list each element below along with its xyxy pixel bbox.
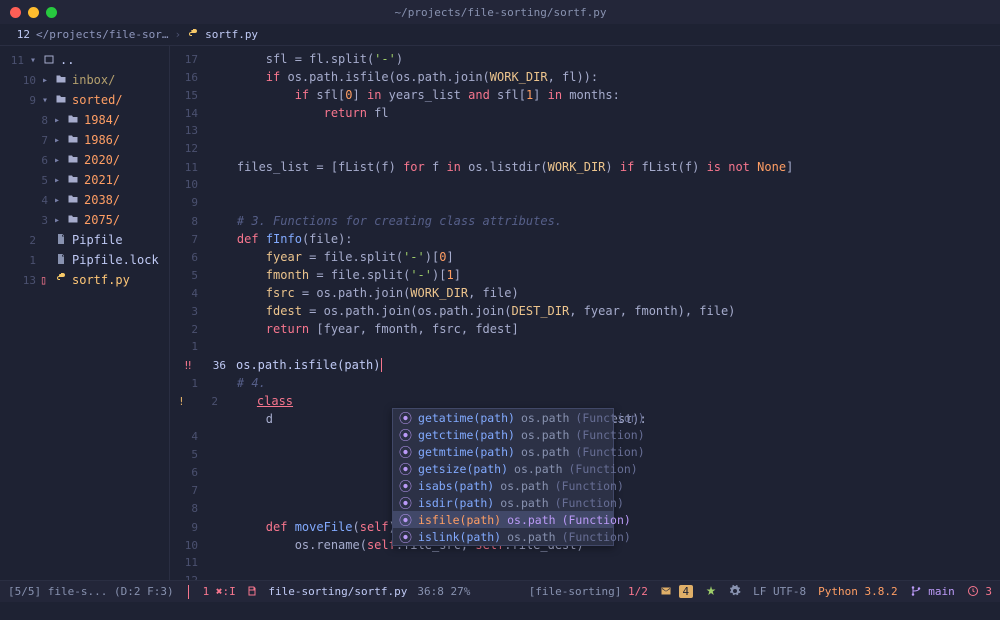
editor-window: ~/projects/file-sorting/sortf.py 12 </pr… — [0, 0, 1000, 620]
folder-icon — [66, 213, 80, 228]
tree-item-label: sorted/ — [72, 93, 123, 107]
tree-item[interactable]: 9▾sorted/ — [0, 90, 169, 110]
folder-icon — [54, 93, 68, 108]
chevron-icon[interactable]: ▾ — [28, 55, 38, 66]
language-mode[interactable]: Python 3.8.2 — [818, 585, 897, 598]
window-title: ~/projects/file-sorting/sortf.py — [65, 6, 936, 19]
mail-icon — [660, 585, 672, 598]
tree-item[interactable]: 6▸2020/ — [0, 150, 169, 170]
completion-item[interactable]: ⦿getatime(path)os.path (Function) — [393, 409, 613, 426]
chevron-icon[interactable]: ▸ — [52, 195, 62, 206]
completion-item[interactable]: ⦿getmtime(path)os.path (Function) — [393, 443, 613, 460]
current-line[interactable]: ‼ 36os.path.isfile(path) — [170, 356, 1000, 374]
window-controls — [10, 7, 57, 18]
breadcrumb-row: 12 — [8, 28, 30, 41]
save-icon — [246, 585, 265, 598]
titlebar: ~/projects/file-sorting/sortf.py — [0, 0, 1000, 24]
error-count[interactable]: 1 ✖:I — [203, 585, 236, 598]
code-editor[interactable]: 17 sfl = fl.split('-') 16 if os.path.isf… — [170, 46, 1000, 580]
tree-item[interactable]: 10▸inbox/ — [0, 70, 169, 90]
completion-item[interactable]: ⦿getsize(path)os.path (Function) — [393, 460, 613, 477]
tree-item[interactable]: 11▾.. — [0, 50, 169, 70]
git-branch[interactable]: main — [910, 585, 955, 598]
modeline-left-hint: [5/5] file-s... (D:2 F:3) — [8, 585, 174, 598]
modified-marker: ▯ — [40, 273, 50, 287]
breadcrumb-path[interactable]: </projects/file-sor… — [36, 28, 168, 41]
chevron-icon[interactable]: ▸ — [52, 175, 62, 186]
open-box-icon — [42, 53, 56, 68]
chevron-right-icon: › — [174, 28, 181, 41]
folder-icon — [66, 193, 80, 208]
branch-icon — [910, 585, 922, 598]
folder-icon — [54, 73, 68, 88]
file-tree[interactable]: 11▾..10▸inbox/9▾sorted/8▸1984/7▸1986/6▸2… — [0, 46, 170, 580]
tree-item-label: Pipfile.lock — [72, 253, 159, 267]
tree-item[interactable]: 5▸2021/ — [0, 170, 169, 190]
tree-item-label: Pipfile — [72, 233, 123, 247]
tree-item[interactable]: 7▸1986/ — [0, 130, 169, 150]
clock-icon — [967, 585, 979, 598]
completion-item[interactable]: ⦿isfile(path)os.path (Function) — [393, 511, 613, 528]
python-icon — [187, 28, 199, 41]
completion-item[interactable]: ⦿isabs(path)os.path (Function) — [393, 477, 613, 494]
folder-icon — [66, 113, 80, 128]
modeline: [5/5] file-s... (D:2 F:3) 1 ✖:I file-sor… — [0, 580, 1000, 602]
file-icon — [54, 233, 68, 248]
tree-item[interactable]: 3▸2075/ — [0, 210, 169, 230]
chevron-icon[interactable]: ▸ — [52, 215, 62, 226]
tree-item-label: 1984/ — [84, 113, 120, 127]
chevron-icon[interactable]: ▸ — [52, 115, 62, 126]
main-area: 11▾..10▸inbox/9▾sorted/8▸1984/7▸1986/6▸2… — [0, 46, 1000, 580]
tree-item[interactable]: 13▯sortf.py — [0, 270, 169, 290]
chevron-icon[interactable]: ▸ — [52, 135, 62, 146]
tree-item-label: inbox/ — [72, 73, 115, 87]
location-icon[interactable] — [705, 585, 717, 598]
minimize-icon[interactable] — [28, 7, 39, 18]
chevron-icon[interactable]: ▸ — [40, 75, 50, 86]
completion-item[interactable]: ⦿getctime(path)os.path (Function) — [393, 426, 613, 443]
mail-indicator[interactable]: 4 — [660, 585, 693, 598]
tree-item-label: .. — [60, 53, 74, 67]
modeline-file[interactable]: file-sorting/sortf.py — [246, 585, 408, 598]
tree-item[interactable]: 2Pipfile — [0, 230, 169, 250]
minibuffer[interactable] — [0, 602, 1000, 620]
gear-icon[interactable] — [729, 585, 741, 598]
tree-item-label: 2075/ — [84, 213, 120, 227]
tree-item-label: 2021/ — [84, 173, 120, 187]
folder-icon — [66, 133, 80, 148]
tree-item-label: 2020/ — [84, 153, 120, 167]
function-icon: ⦿ — [399, 527, 412, 546]
clock: 3 — [967, 585, 992, 598]
tree-item[interactable]: 8▸1984/ — [0, 110, 169, 130]
file-icon — [54, 253, 68, 268]
encoding[interactable]: LF UTF-8 — [753, 585, 806, 598]
tree-item-label: 1986/ — [84, 133, 120, 147]
tree-item[interactable]: 1Pipfile.lock — [0, 250, 169, 270]
project-indicator: [file-sorting] 1/2 — [529, 585, 648, 598]
tree-item-label: 2038/ — [84, 193, 120, 207]
chevron-icon[interactable]: ▾ — [40, 95, 50, 106]
tree-item[interactable]: 4▸2038/ — [0, 190, 169, 210]
folder-icon — [66, 153, 80, 168]
completion-item[interactable]: ⦿islink(path)os.path (Function) — [393, 528, 613, 545]
close-icon[interactable] — [10, 7, 21, 18]
py-icon — [54, 273, 68, 288]
completion-item[interactable]: ⦿isdir(path)os.path (Function) — [393, 494, 613, 511]
tree-item-label: sortf.py — [72, 273, 130, 287]
folder-icon — [66, 173, 80, 188]
breadcrumb-file[interactable]: sortf.py — [205, 28, 258, 41]
zoom-icon[interactable] — [46, 7, 57, 18]
completion-popup[interactable]: ⦿getatime(path)os.path (Function)⦿getcti… — [392, 408, 614, 546]
breadcrumb: 12 </projects/file-sor… › sortf.py — [0, 24, 1000, 46]
chevron-icon[interactable]: ▸ — [52, 155, 62, 166]
cursor-position: 36:8 27% — [417, 585, 470, 598]
